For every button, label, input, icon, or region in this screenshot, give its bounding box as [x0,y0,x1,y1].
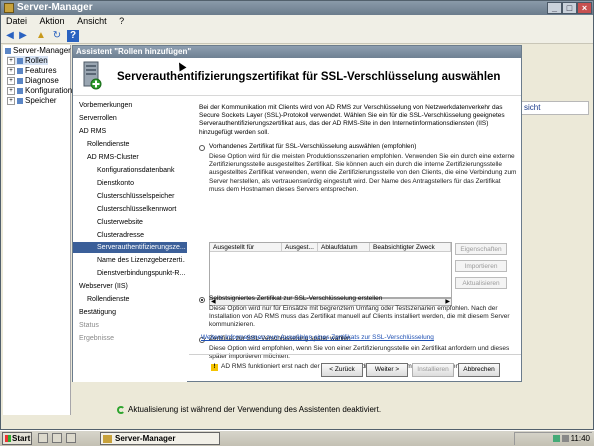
cancel-button[interactable]: Abbrechen [458,363,500,377]
radio-existing-certificate[interactable] [199,145,205,151]
column-header-expiration[interactable]: Ablaufdatum [318,243,370,252]
nav-step-ergebnisse: Ergebnisse [79,335,115,342]
server-add-icon [83,61,102,90]
nav-step-clusterschluesselkennwort[interactable]: Clusterschlüsselkennwort [97,204,185,215]
wizard-footer: < Zurück Weiter > Installieren Abbrechen [189,354,521,382]
roles-icon [17,57,23,64]
nav-step-vorbemerkungen[interactable]: Vorbemerkungen [79,100,185,111]
column-header-issued-to[interactable]: Ausgestellt für [210,243,282,252]
quicklaunch-explorer-icon[interactable] [66,433,76,443]
nav-step-dienstverbindungspunkt[interactable]: Dienstverbindungspunkt-R... [97,268,185,279]
install-button: Installieren [412,363,454,377]
nav-step-serverauthentifizierung[interactable]: Serverauthentifizierungsze... [73,242,187,253]
wizard-header: Serverauthentifizierungszertifikat für S… [73,58,521,96]
back-arrow-icon[interactable]: ◀ [4,30,16,42]
forward-arrow-icon[interactable]: ▶ [17,30,29,42]
self-signed-description: Diese Option wird nur für Einsätze mit b… [209,305,510,329]
status-bar: Aktualisierung ist während der Verwendun… [117,404,591,416]
features-icon [17,67,23,74]
import-button[interactable]: Importieren [455,260,507,272]
nav-step-webserver-iis[interactable]: Webserver (IIS) [79,281,185,292]
nav-step-lizenzgeberzertifikat[interactable]: Name des Lizenzgeberzerti... [97,255,185,266]
minimize-button[interactable]: _ [547,2,562,14]
nav-step-ad-rms-cluster[interactable]: AD RMS-Cluster [87,152,185,163]
add-roles-wizard: Assistent "Rollen hinzufügen" Serverauth… [72,45,522,382]
nav-step-serverrollen[interactable]: Serverrollen [79,113,185,124]
tree-item-diagnose[interactable]: + Diagnose [7,76,59,85]
tree-item-server-manager[interactable]: Server-Manager (A [5,46,81,55]
help-icon[interactable]: ? [67,30,79,42]
window-titlebar: Server-Manager _ □ × [1,1,593,15]
refresh-icon[interactable]: ↻ [51,30,63,42]
expand-icon[interactable]: + [7,96,15,105]
right-panel-link[interactable]: sicht [521,101,589,115]
nav-step-rollendienste[interactable]: Rollendienste [87,139,185,150]
expand-icon[interactable]: + [7,56,15,65]
intro-text: Bei der Kommunikation mit Clients wird v… [199,104,505,136]
nav-step-ad-rms[interactable]: AD RMS [79,126,185,137]
nav-step-clusteradresse[interactable]: Clusteradresse [97,230,185,241]
storage-icon [17,97,23,104]
nav-step-konfigurationsdatenbank[interactable]: Konfigurationsdatenbank [97,165,185,176]
wizard-steps-nav: Vorbemerkungen Serverrollen AD RMS Rolle… [73,97,187,382]
radio-existing-label[interactable]: Vorhandenes Zertifikat für SSL-Verschlüs… [209,143,416,151]
menu-ansicht[interactable]: Ansicht [72,15,112,28]
menu-help[interactable]: ? [114,15,129,28]
tree-item-speicher[interactable]: + Speicher [7,96,57,105]
nav-step-status: Status [79,322,99,329]
start-button[interactable]: Start [2,432,32,445]
column-header-purpose[interactable]: Beabsichtigter Zweck [370,243,451,252]
properties-button[interactable]: Eigenschaften [455,243,507,255]
server-icon [5,47,11,54]
menu-bar: Datei Aktion Ansicht ? [1,15,593,28]
column-header-issued-by[interactable]: Ausgest... [282,243,318,252]
nav-step-clusterwebsite[interactable]: Clusterwebsite [97,217,185,228]
diagnose-icon [17,77,23,84]
menu-aktion[interactable]: Aktion [35,15,70,28]
radio-self-signed[interactable] [199,297,205,303]
system-tray: 11:40 [514,432,592,445]
volume-icon[interactable] [561,435,569,443]
nav-step-iis-rollendienste[interactable]: Rollendienste [87,294,185,305]
radio-self-signed-label[interactable]: Selbstsigniertes Zertifikat zur SSL-Vers… [209,295,382,303]
next-button[interactable]: Weiter > [366,363,408,377]
wizard-heading: Serverauthentifizierungszertifikat für S… [117,71,501,83]
refresh-button[interactable]: Aktualisieren [455,277,507,289]
status-text: Aktualisierung ist während der Verwendun… [128,405,382,414]
toolbar: ◀ ▶ ▲ ↻ ? [1,28,593,44]
tree-item-rollen[interactable]: + Rollen [7,56,48,65]
nav-step-clusterschluesselspeicher[interactable]: Clusterschlüsselspeicher [97,191,185,202]
server-manager-task-icon [103,435,112,443]
wizard-titlebar: Assistent "Rollen hinzufügen" [73,46,521,58]
expand-icon[interactable]: + [7,66,15,75]
back-button[interactable]: < Zurück [321,363,363,377]
maximize-button[interactable]: □ [562,2,577,14]
quicklaunch-server-manager-icon[interactable] [38,433,48,443]
navigation-tree: Server-Manager (A + Rollen + Features + Dia… [3,45,81,415]
existing-description: Diese Option wird für die meisten Produk… [209,153,517,193]
nav-step-dienstkonto[interactable]: Dienstkonto [97,178,185,189]
window-title: Server-Manager [17,2,93,13]
clock: 11:40 [570,434,590,443]
taskbar: Start Server-Manager 11:40 [0,430,594,446]
more-info-link[interactable]: Weitere Informationen zum Auswählen eine… [201,334,434,341]
tree-item-features[interactable]: + Features [7,66,57,75]
configuration-icon [17,87,23,94]
tree-item-konfiguration[interactable]: + Konfiguration [7,86,72,95]
folder-up-icon[interactable]: ▲ [35,30,47,42]
certificate-table[interactable]: Ausgestellt für Ausgest... Ablaufdatum B… [209,242,452,298]
refresh-status-icon [117,405,125,414]
expand-icon[interactable]: + [7,76,15,85]
quicklaunch-powershell-icon[interactable] [52,433,62,443]
menu-datei[interactable]: Datei [1,15,32,28]
expand-icon[interactable]: + [7,86,15,95]
server-manager-app-icon [4,3,14,13]
nav-step-bestaetigung[interactable]: Bestätigung [79,307,185,318]
close-button[interactable]: × [577,2,592,14]
network-icon[interactable] [552,435,560,443]
taskbar-item-server-manager[interactable]: Server-Manager [100,432,220,445]
